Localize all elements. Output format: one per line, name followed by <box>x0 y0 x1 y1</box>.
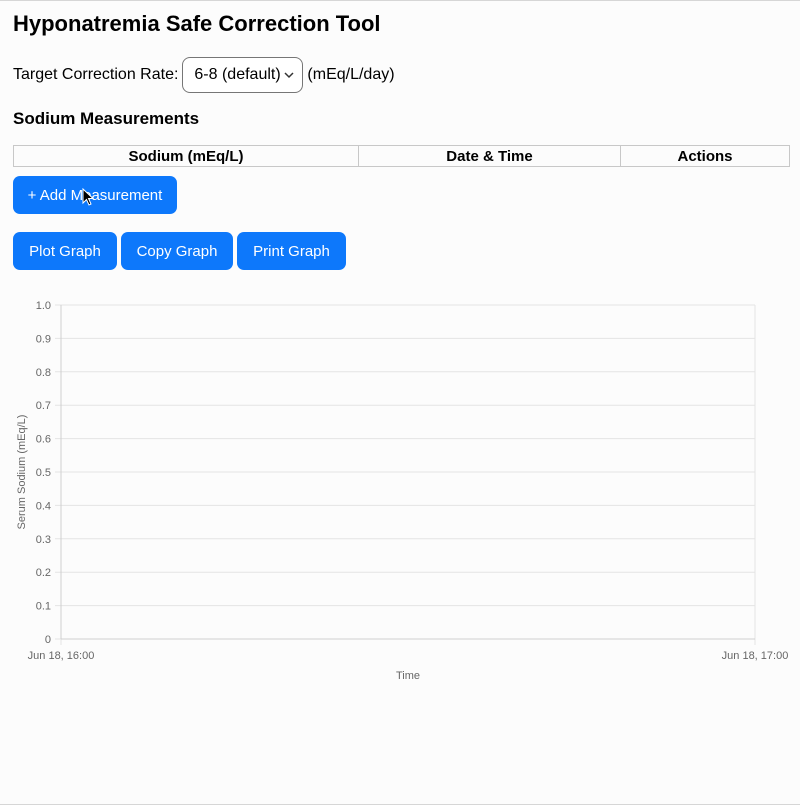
correction-rate-selected: 6-8 (default) <box>194 66 281 83</box>
y-tick-label: 1.0 <box>36 300 51 312</box>
y-tick-label: 0 <box>45 634 51 646</box>
x-tick-label: Jun 18, 16:00 <box>28 650 95 662</box>
copy-graph-button[interactable]: Copy Graph <box>121 232 233 270</box>
y-tick-label: 0.5 <box>36 467 51 479</box>
y-tick-label: 0.2 <box>36 567 51 579</box>
chevron-down-icon <box>284 72 294 79</box>
column-header-date-time: Date & Time <box>358 145 621 167</box>
y-tick-label: 0.4 <box>36 500 51 512</box>
y-tick-label: 0.8 <box>36 367 51 379</box>
add-measurement-button[interactable]: + Add Measurement <box>13 176 177 214</box>
plot-graph-button[interactable]: Plot Graph <box>13 232 117 270</box>
correction-rate-label: Target Correction Rate: <box>13 66 179 83</box>
measurements-table: Sodium (mEq/L) Date & Time Actions <box>13 145 790 167</box>
page-title: Hyponatremia Safe Correction Tool <box>13 11 381 36</box>
correction-rate-row: Target Correction Rate: 6-8 (default) (m… <box>13 57 395 93</box>
y-tick-label: 0.1 <box>36 601 51 613</box>
correction-rate-unit: (mEq/L/day) <box>307 66 395 83</box>
correction-rate-select[interactable]: 6-8 (default) <box>182 57 304 93</box>
y-axis-label: Serum Sodium (mEq/L) <box>16 415 28 530</box>
y-tick-label: 0.6 <box>36 434 51 446</box>
column-header-sodium: Sodium (mEq/L) <box>13 145 359 167</box>
measurements-header-row: Sodium (mEq/L) Date & Time Actions <box>13 145 790 167</box>
x-tick-label: Jun 18, 17:00 <box>722 650 789 662</box>
sodium-measurements-title: Sodium Measurements <box>13 109 200 128</box>
page: Hyponatremia Safe Correction Tool Target… <box>0 0 800 805</box>
y-tick-label: 0.3 <box>36 534 51 546</box>
column-header-actions: Actions <box>620 145 790 167</box>
y-tick-label: 0.9 <box>36 333 51 345</box>
sodium-chart: 1.0 0.9 0.8 0.7 0.6 0.5 0.4 0.3 0.2 0.1 0 Jun 18, 1… <box>16 300 789 682</box>
print-graph-button[interactable]: Print Graph <box>237 232 346 270</box>
x-axis-label: Time <box>396 670 420 682</box>
y-tick-label: 0.7 <box>36 400 51 412</box>
mouse-cursor-icon <box>82 188 94 206</box>
